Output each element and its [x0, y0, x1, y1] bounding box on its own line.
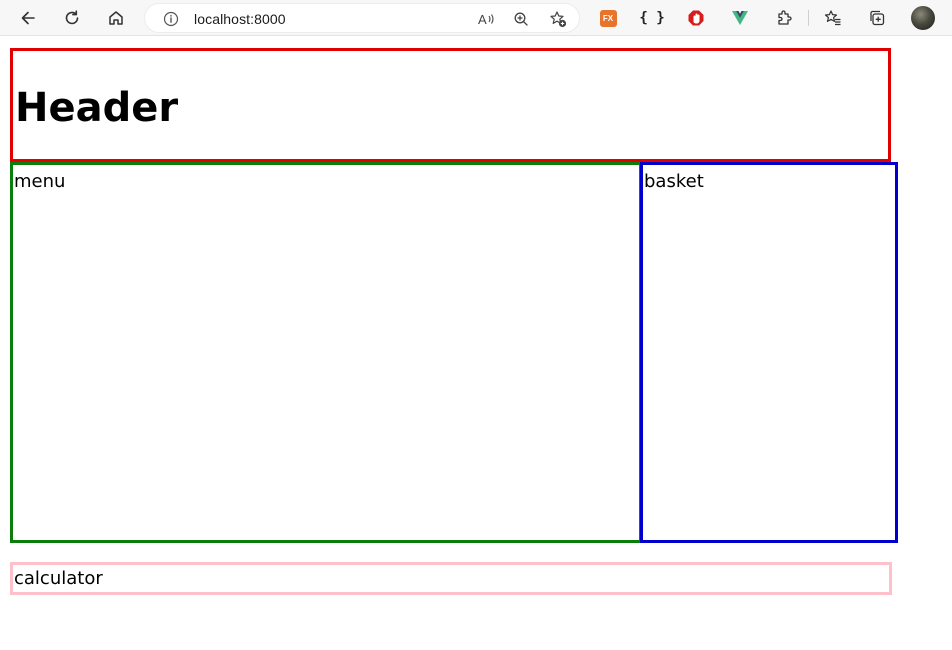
header-section: Header — [10, 48, 891, 162]
address-bar[interactable]: localhost:8000 A — [144, 3, 580, 33]
toolbar-separator — [808, 10, 809, 26]
back-icon[interactable] — [14, 4, 42, 32]
calculator-section: calculator — [10, 562, 892, 595]
favorites-icon[interactable] — [819, 4, 847, 32]
collections-icon[interactable] — [863, 4, 891, 32]
refresh-icon[interactable] — [58, 4, 86, 32]
extension-fx-icon[interactable]: FX — [594, 4, 622, 32]
extensions-icon[interactable] — [770, 4, 798, 32]
profile-avatar[interactable] — [911, 6, 935, 30]
menu-section: menu — [10, 162, 642, 543]
basket-section: basket — [640, 162, 898, 543]
menu-label: menu — [14, 171, 66, 192]
page-viewport: Header menu basket calculator — [0, 36, 952, 650]
read-aloud-icon[interactable]: A — [475, 8, 497, 30]
extension-json-icon[interactable]: { } — [638, 4, 666, 32]
basket-label: basket — [644, 171, 704, 192]
browser-toolbar: localhost:8000 A FX { } — [0, 0, 952, 36]
address-url[interactable]: localhost:8000 — [194, 11, 286, 27]
add-favorite-icon[interactable] — [547, 8, 569, 30]
info-icon[interactable] — [160, 8, 182, 30]
svg-text:A: A — [478, 12, 487, 27]
extension-adblock-icon[interactable] — [682, 4, 710, 32]
page-title: Header — [15, 85, 179, 131]
calculator-label: calculator — [14, 568, 103, 589]
zoom-icon[interactable] — [510, 8, 532, 30]
extension-json-label: { } — [639, 10, 665, 26]
home-icon[interactable] — [102, 4, 130, 32]
extension-fx-label: FX — [599, 9, 617, 27]
extension-vue-icon[interactable] — [726, 4, 754, 32]
